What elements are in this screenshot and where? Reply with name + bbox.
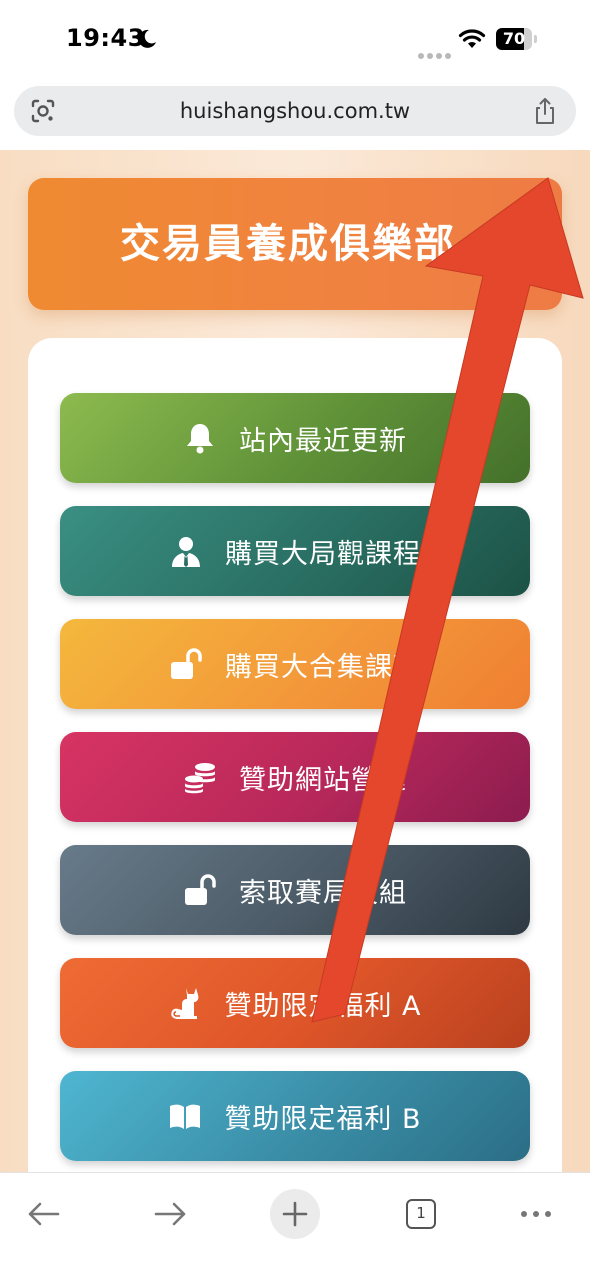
menu-button-sponsor-benefit-a[interactable]: 贊助限定福利 A <box>60 958 530 1048</box>
menu-button-recent-updates[interactable]: 站內最近更新 <box>60 393 530 483</box>
tabs-icon: 1 <box>406 1199 436 1229</box>
menu-button-label: 購買大局觀課程 <box>225 538 421 570</box>
more-icon[interactable] <box>508 1183 564 1243</box>
bottom-toolbar: 1 <box>0 1172 590 1280</box>
menu-button-sponsor-benefit-b[interactable]: 贊助限定福利 B <box>60 1071 530 1161</box>
cat-icon <box>171 988 199 1019</box>
forward-arrow-icon[interactable] <box>142 1183 198 1243</box>
back-arrow-icon[interactable] <box>16 1183 72 1243</box>
url-text[interactable]: huishangshou.com.tw <box>74 86 516 136</box>
page-title: 交易員養成俱樂部 <box>120 221 456 267</box>
menu-button-request-game-set[interactable]: 索取賽局設組 <box>60 845 530 935</box>
bell-icon <box>187 424 213 454</box>
user-tie-icon <box>172 537 200 567</box>
menu-card: 站內最近更新 購買大局觀課程 購買大合集課程 贊助網站營運 索取賽局設組 贊助限… <box>28 338 562 1172</box>
status-time: 19:43 <box>66 24 145 52</box>
book-open-icon <box>170 1104 201 1129</box>
new-tab-button[interactable] <box>266 1183 322 1243</box>
menu-button-buy-macro-course[interactable]: 購買大局觀課程 <box>60 506 530 596</box>
menu-button-label: 購買大合集課程 <box>225 651 421 683</box>
menu-button-label: 索取賽局設組 <box>239 877 407 909</box>
signal-dots-icon <box>418 44 454 63</box>
coins-icon <box>185 763 215 794</box>
menu-button-sponsor-site[interactable]: 贊助網站營運 <box>60 732 530 822</box>
unlock-icon <box>171 648 202 679</box>
address-bar[interactable]: huishangshou.com.tw <box>14 86 576 136</box>
menu-button-label: 贊助限定福利 B <box>224 1103 422 1135</box>
tabs-button[interactable]: 1 <box>392 1183 448 1243</box>
menu-button-label: 贊助限定福利 A <box>224 990 422 1022</box>
page-content: 交易員養成俱樂部 站內最近更新 購買大局觀課程 購買大合集課程 贊助網站營運 索… <box>0 150 590 1172</box>
unlock-icon <box>185 874 216 905</box>
status-bar: 19:43 70 <box>0 0 590 80</box>
moon-icon <box>138 29 156 48</box>
share-icon[interactable] <box>532 97 558 125</box>
menu-button-label: 站內最近更新 <box>239 425 407 457</box>
menu-button-label: 贊助網站營運 <box>239 764 407 796</box>
header-banner: 交易員養成俱樂部 <box>28 178 562 310</box>
plus-icon <box>282 1201 308 1227</box>
wifi-icon <box>458 29 486 48</box>
address-area: huishangshou.com.tw <box>0 80 590 150</box>
battery-level: 70 <box>502 29 526 48</box>
lens-icon[interactable] <box>30 98 56 124</box>
menu-button-buy-collection-course[interactable]: 購買大合集課程 <box>60 619 530 709</box>
battery-icon: 70 <box>496 28 537 50</box>
